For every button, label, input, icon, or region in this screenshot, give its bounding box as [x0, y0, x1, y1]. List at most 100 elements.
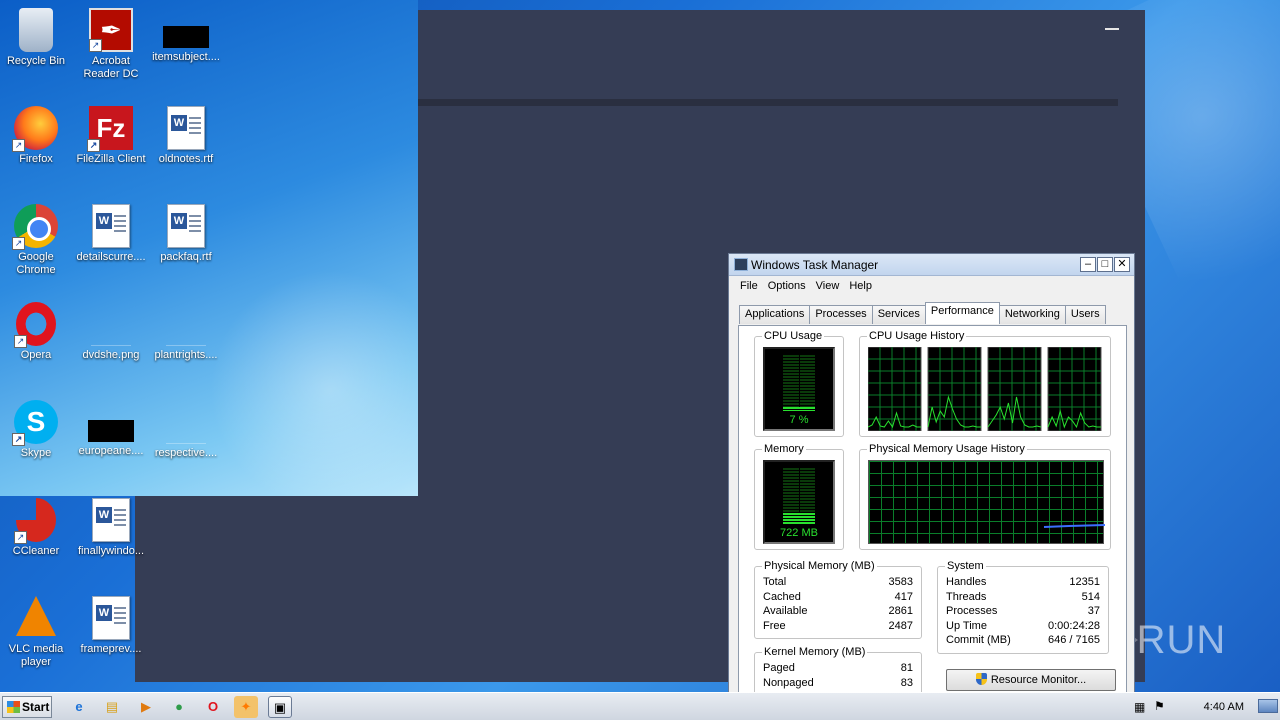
desktop-icon-label: Acrobat Reader DC — [83, 55, 139, 80]
cpu-history-title: CPU Usage History — [867, 330, 967, 342]
desktop-icon-filezilla[interactable]: Fz ↗ FileZilla Client — [75, 106, 147, 166]
desktop-icon-finallywindo[interactable]: finallywindo... — [75, 498, 147, 558]
stat-value: 3583 — [888, 576, 913, 588]
desktop-icon-chrome[interactable]: ↗ Google Chrome — [0, 204, 72, 277]
desktop-icon-vlc[interactable]: VLC media player — [0, 596, 72, 669]
menu-view[interactable]: View — [811, 276, 845, 296]
physical-memory-title: Physical Memory (MB) — [762, 560, 877, 572]
taskbar: Start e ▤ ▶ ● O ✦ ▣ ▦ ⚑ 4:40 AM — [0, 692, 1280, 720]
tab-processes[interactable]: Processes — [809, 305, 873, 324]
meter-background — [783, 355, 815, 411]
word-doc-icon — [167, 106, 205, 150]
desktop-icon-label: europeane.... — [78, 445, 144, 457]
stat-row: Paged 81 — [763, 661, 913, 675]
stat-label: Up Time — [946, 620, 987, 632]
cpu-usage-meter: 7 % — [763, 347, 835, 431]
menu-options[interactable]: Options — [763, 276, 811, 296]
resource-monitor-label: Resource Monitor... — [990, 674, 1087, 686]
tab-networking[interactable]: Networking — [998, 305, 1066, 324]
menu-help[interactable]: Help — [844, 276, 877, 296]
cpu-history-group: CPU Usage History — [859, 330, 1111, 437]
ccleaner-icon: ↗ — [14, 498, 56, 544]
tab-applications[interactable]: Applications — [739, 305, 811, 324]
desktop-icon-label: plantrights.... — [154, 349, 218, 361]
desktop-icon-respective[interactable]: respective.... — [150, 400, 222, 460]
chrome-icon[interactable]: ● — [167, 696, 191, 718]
flag-icon[interactable]: ⚑ — [1154, 699, 1165, 713]
kernel-memory-group: Kernel Memory (MB) Paged 81 Nonpaged 83 — [754, 646, 922, 696]
menu-file[interactable]: File — [735, 276, 763, 296]
performance-panel: CPU Usage 7 % CPU Usage History Memory 7… — [738, 325, 1127, 720]
network-icon[interactable]: ▦ — [1134, 700, 1145, 714]
opera-icon: ↗ — [14, 302, 56, 348]
minimize-icon[interactable] — [1105, 28, 1119, 30]
shortcut-arrow-icon: ↗ — [12, 139, 25, 152]
desktop-icon-acrobat[interactable]: ✒ ↗ Acrobat Reader DC — [75, 8, 147, 81]
desktop-icon-label: Firefox — [19, 153, 53, 165]
desktop-icon-detailscurre[interactable]: detailscurre.... — [75, 204, 147, 264]
uac-shield-icon — [975, 673, 987, 685]
desktop-icon-label: Opera — [20, 349, 52, 361]
desktop-icon-firefox[interactable]: ↗ Firefox — [0, 106, 72, 166]
resource-monitor-button[interactable]: Resource Monitor... — [946, 669, 1116, 691]
opera-icon[interactable]: O — [201, 696, 225, 718]
desktop-icon-label: frameprev.... — [80, 643, 142, 655]
maximize-button[interactable]: □ — [1097, 257, 1113, 272]
start-button[interactable]: Start — [2, 696, 52, 718]
memory-fill — [783, 513, 815, 524]
desktop-icon-plantrights[interactable]: plantrights.... — [150, 302, 222, 362]
cpu-history-graphs — [868, 347, 1102, 431]
minimize-button[interactable]: – — [1080, 257, 1096, 272]
desktop-icon-frameprev[interactable]: frameprev.... — [75, 596, 147, 656]
desktop-icon-itemsubject[interactable]: itemsubject.... — [150, 8, 222, 64]
desktop-icon-label: Google Chrome — [16, 251, 56, 276]
desktop-icon-label: FileZilla Client — [76, 153, 146, 165]
stat-row: Free 2487 — [763, 619, 913, 633]
image-file-icon — [166, 322, 206, 346]
stat-row: Available 2861 — [763, 604, 913, 618]
desktop-icon-ccleaner[interactable]: ↗ CCleaner — [0, 498, 72, 558]
cpu-core-graph — [987, 347, 1042, 431]
desktop-icon-label: CCleaner — [12, 545, 60, 557]
media-player-icon[interactable]: ▶ — [134, 696, 158, 718]
image-file-icon — [88, 420, 134, 442]
desktop-icon-europeane[interactable]: europeane.... — [75, 400, 147, 458]
desktop-icon-opera[interactable]: ↗ Opera — [0, 302, 72, 362]
tab-users[interactable]: Users — [1064, 305, 1106, 324]
desktop-icon-label: detailscurre.... — [76, 251, 146, 263]
desktop-icon-skype[interactable]: S ↗ Skype — [0, 400, 72, 460]
tab-services[interactable]: Services — [871, 305, 926, 324]
stat-row: Cached 417 — [763, 590, 913, 604]
desktop-icon-label: finallywindo... — [77, 545, 145, 557]
chrome-icon: ↗ — [12, 204, 58, 250]
task-manager-icon[interactable]: ▣ — [268, 696, 292, 718]
tab-performance[interactable]: Performance — [924, 302, 1000, 324]
ie-icon[interactable]: e — [67, 696, 91, 718]
cpu-core-graph — [1047, 347, 1102, 431]
cpu-core-graph — [927, 347, 982, 431]
desktop-icon-packfaq[interactable]: packfaq.rtf — [150, 204, 222, 264]
avast-icon[interactable]: ✦ — [234, 696, 258, 718]
word-doc-icon — [92, 498, 130, 542]
stat-label: Threads — [946, 591, 987, 603]
stat-value: 417 — [894, 591, 913, 603]
clock[interactable]: 4:40 AM — [1204, 693, 1244, 721]
desktop-icon-dvdshe[interactable]: dvdshe.png — [75, 302, 147, 362]
system-tray: ▦ ⚑ 4:40 AM — [1130, 693, 1280, 721]
start-label: Start — [22, 700, 50, 714]
stat-value: 83 — [900, 677, 913, 689]
title-bar[interactable]: Windows Task Manager – □ ✕ — [729, 254, 1134, 276]
desktop-icon-label: itemsubject.... — [152, 51, 220, 63]
image-file-icon — [166, 420, 206, 444]
task-manager-window[interactable]: Windows Task Manager – □ ✕ File Options … — [728, 253, 1135, 720]
explorer-icon[interactable]: ▤ — [100, 696, 124, 718]
vlc-icon — [16, 596, 56, 636]
desktop-icon-recycle-bin[interactable]: Recycle Bin — [0, 8, 72, 68]
word-doc-icon — [92, 204, 130, 248]
shortcut-arrow-icon: ↗ — [12, 237, 25, 250]
recycle-bin-icon — [19, 8, 53, 52]
desktop-icon-oldnotes[interactable]: oldnotes.rtf — [150, 106, 222, 166]
stat-label: Processes — [946, 605, 998, 617]
show-desktop-icon[interactable] — [1258, 699, 1278, 713]
close-button[interactable]: ✕ — [1114, 257, 1130, 272]
